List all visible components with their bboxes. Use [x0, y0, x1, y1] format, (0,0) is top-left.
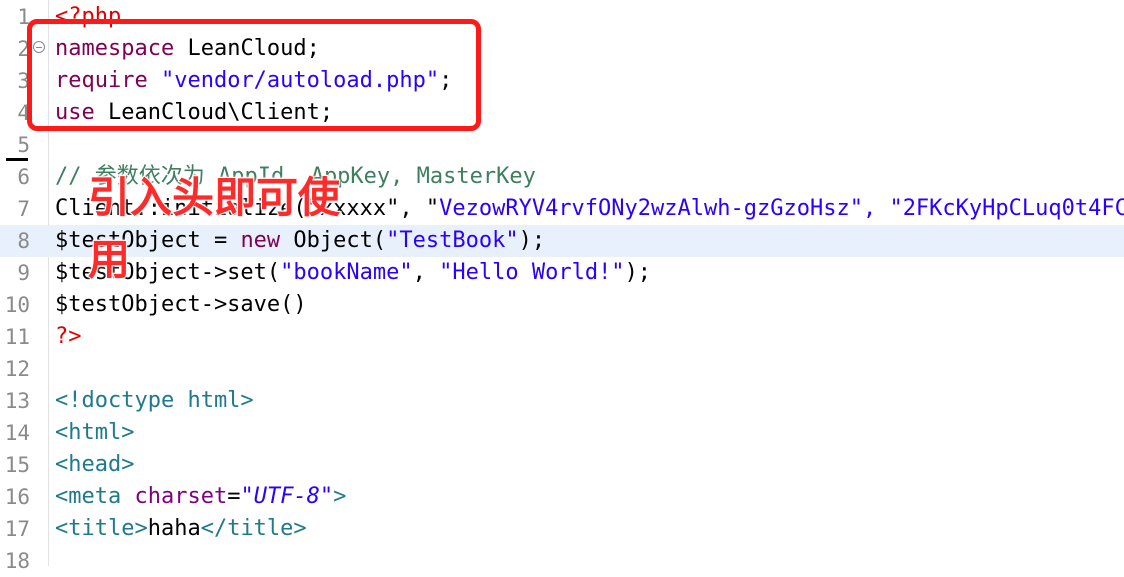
line-number: 5 — [17, 133, 30, 157]
code-token: "bookName" — [280, 260, 413, 285]
code-token: $testObject = — [55, 228, 241, 253]
code-token: <meta — [55, 484, 135, 509]
line-number: 3 — [17, 69, 30, 93]
code-token: ); — [624, 260, 652, 285]
line-number: 8 — [17, 229, 30, 253]
code-token: <head> — [55, 452, 135, 477]
annotation-text-line2: 用 — [87, 235, 131, 285]
code-line[interactable]: 17 <title>haha</title> — [0, 513, 1124, 545]
code-token: <html> — [55, 420, 135, 445]
code-line[interactable]: 13 <!doctype html> — [0, 385, 1124, 417]
line-number: 7 — [17, 197, 30, 221]
code-line[interactable]: 9 $testObject->set("bookName", "Hello Wor… — [0, 257, 1124, 289]
code-text: <meta charset="UTF-8"> — [55, 481, 346, 513]
code-text: <html> — [55, 417, 134, 449]
line-number: 9 — [17, 261, 30, 285]
line-number: 12 — [4, 357, 30, 381]
code-token: $testObject->save() — [55, 292, 307, 317]
line-number: 16 — [4, 485, 30, 509]
line-number: 1 — [17, 5, 30, 29]
code-token: ?> — [55, 324, 82, 349]
line-number: 17 — [4, 517, 30, 541]
code-token: > — [333, 484, 347, 509]
code-token: <title> — [55, 516, 148, 541]
code-text: <head> — [55, 449, 134, 481]
code-token: , — [412, 260, 440, 285]
code-line[interactable]: 12 — [0, 353, 1124, 385]
line-number: 4 — [17, 101, 30, 125]
code-token: "Hello World!" — [439, 260, 625, 285]
code-text: $testObject->set("bookName", "Hello Worl… — [55, 257, 651, 289]
code-token: "UTF-8" — [240, 484, 334, 509]
code-token: VezowRYV4rvfONy2wzAlwh-gzGzoHsz", "2FKcK… — [439, 196, 1124, 221]
code-token: haha — [147, 516, 201, 541]
code-token: "TestBook" — [386, 228, 519, 253]
line-number: 14 — [4, 421, 30, 445]
code-text: $testObject->save() — [55, 289, 307, 321]
code-line[interactable]: 5 — [0, 129, 1124, 161]
line-number: 10 — [4, 293, 30, 317]
annotation-highlight-box — [27, 19, 481, 131]
code-line[interactable]: 8 $testObject = new Object("TestBook"); — [0, 225, 1124, 257]
code-line[interactable]: 14 <html> — [0, 417, 1124, 449]
code-text: <title>haha</title> — [55, 513, 307, 545]
code-token: = — [227, 484, 241, 509]
code-line[interactable]: 11 ?> — [0, 321, 1124, 353]
line-number: 13 — [4, 389, 30, 413]
code-token: </title> — [200, 516, 307, 541]
code-line[interactable]: 15 <head> — [0, 449, 1124, 481]
line-number: 6 — [17, 165, 30, 189]
annotation-text-line1: 引入头即可使 — [87, 173, 341, 223]
cursor-marker — [6, 158, 28, 161]
code-token: charset — [134, 484, 228, 509]
code-text: ?> — [55, 321, 82, 353]
code-line[interactable]: 18 — [0, 545, 1124, 577]
code-token: <!doctype html> — [55, 388, 254, 413]
line-number: 15 — [4, 453, 30, 477]
line-number: 11 — [4, 325, 30, 349]
code-token: ); — [518, 228, 546, 253]
line-number: 2 — [17, 37, 30, 61]
line-number: 18 — [4, 549, 30, 573]
code-line[interactable]: 10 $testObject->save() — [0, 289, 1124, 321]
code-token: new — [240, 228, 281, 253]
code-text: <!doctype html> — [55, 385, 254, 417]
code-token: Object( — [280, 228, 387, 253]
code-line[interactable]: 16 <meta charset="UTF-8"> — [0, 481, 1124, 513]
